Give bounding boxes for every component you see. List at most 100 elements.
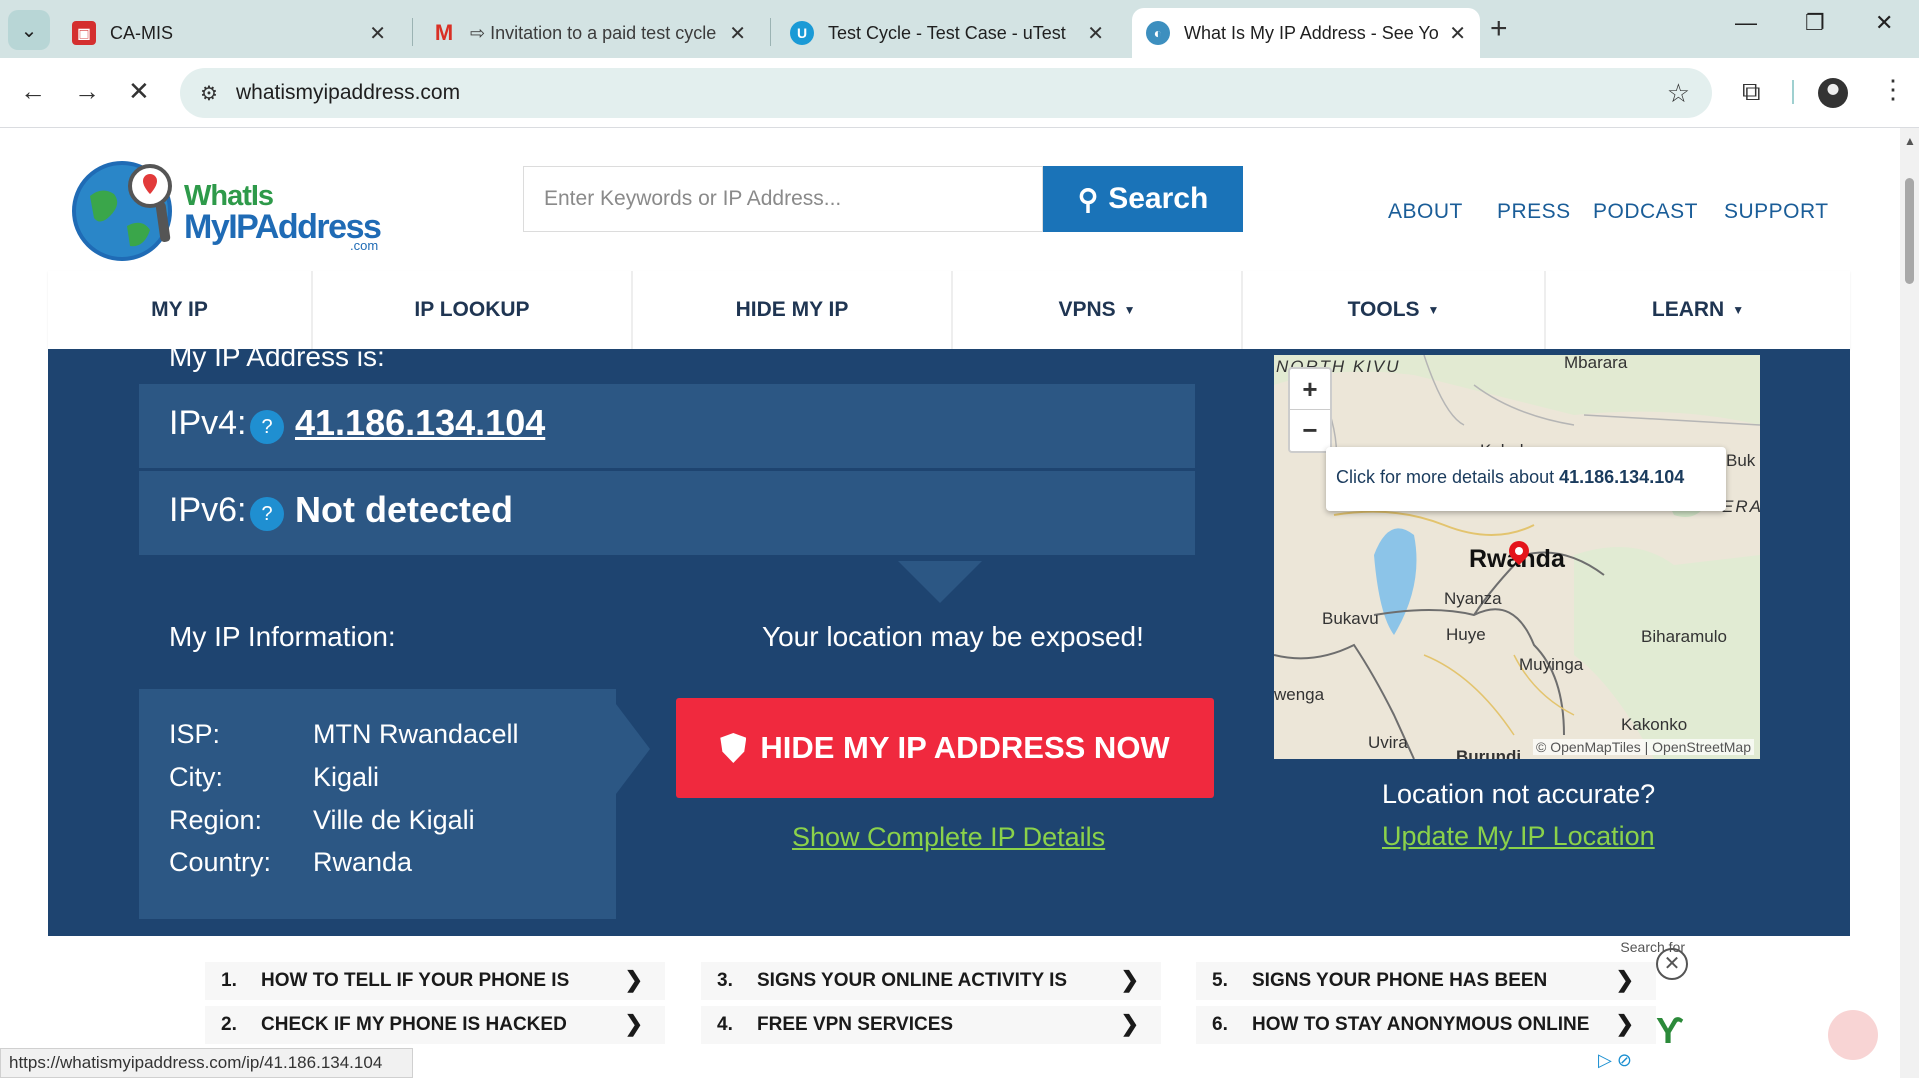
popup-ip: 41.186.134.104: [1559, 467, 1685, 487]
search-icon: ⚲: [1077, 183, 1099, 215]
ip-hero-section: My IP Address is: IPv4: ? 41.186.134.104…: [48, 341, 1850, 936]
chevron-right-icon: ❯: [1615, 1011, 1634, 1036]
restore-icon[interactable]: ❐: [1805, 10, 1825, 36]
ad-link-item[interactable]: 1. HOW TO TELL IF YOUR PHONE IS ❯: [205, 962, 665, 1000]
nav-tools[interactable]: TOOLS ▼: [1243, 271, 1546, 349]
hide-my-ip-label: HIDE MY IP ADDRESS NOW: [760, 730, 1170, 765]
help-icon[interactable]: ?: [250, 497, 284, 531]
nav-support-link[interactable]: SUPPORT: [1724, 200, 1829, 224]
search-button[interactable]: ⚲ Search: [1043, 166, 1243, 232]
show-ip-details-link[interactable]: Show Complete IP Details: [792, 822, 1105, 853]
nav-learn[interactable]: LEARN ▼: [1546, 271, 1850, 349]
dropdown-triangle-icon: ▼: [1732, 303, 1745, 317]
nav-press-link[interactable]: PRESS: [1497, 200, 1571, 224]
map-label: Biharamulo: [1641, 627, 1727, 646]
city-label: City:: [169, 762, 223, 792]
stop-loading-icon[interactable]: ✕: [128, 76, 150, 107]
floating-action-button[interactable]: [1828, 1010, 1878, 1060]
nav-ip-lookup[interactable]: IP LOOKUP: [313, 271, 633, 349]
ad-item-text: HOW TO STAY ANONYMOUS ONLINE: [1252, 1014, 1590, 1035]
url-text[interactable]: whatismyipaddress.com: [236, 81, 460, 105]
new-tab-button[interactable]: +: [1490, 12, 1508, 46]
hero-heading: My IP Address is:: [169, 341, 385, 372]
tab-title: What Is My IP Address - See Yo: [1184, 22, 1439, 43]
site-logo[interactable]: WhatIs MyIPAddress .com: [72, 156, 392, 266]
nav-vpns[interactable]: VPNS ▼: [953, 271, 1243, 349]
tab-gmail[interactable]: M ⇨ Invitation to a paid test cycle ✕: [418, 8, 760, 58]
ad-item-number: 1.: [221, 970, 237, 991]
map-attribution[interactable]: © OpenMapTiles | OpenStreetMap: [1533, 739, 1754, 755]
browser-menu-icon[interactable]: ⋮: [1880, 74, 1906, 105]
ad-link-item[interactable]: 2. CHECK IF MY PHONE IS HACKED ❯: [205, 1006, 665, 1044]
popup-text: Click for more details about: [1336, 467, 1555, 487]
profile-avatar[interactable]: [1818, 78, 1848, 108]
toolbar-divider: [1792, 80, 1794, 104]
back-icon[interactable]: ←: [20, 76, 46, 107]
chevron-down-icon: ⌄: [20, 19, 38, 42]
help-icon[interactable]: ?: [250, 410, 284, 444]
utest-icon: U: [790, 21, 814, 45]
ad-item-number: 2.: [221, 1014, 237, 1035]
nav-about-link[interactable]: ABOUT: [1388, 200, 1463, 224]
map-label: Kakonko: [1621, 715, 1688, 734]
nav-podcast-link[interactable]: PODCAST: [1593, 200, 1698, 224]
scroll-up-arrow-icon[interactable]: ▲: [1904, 134, 1916, 148]
forward-icon[interactable]: →: [74, 76, 100, 107]
chevron-right-icon: ❯: [1120, 967, 1139, 992]
map-label: Muyinga: [1519, 655, 1584, 674]
location-map[interactable]: NORTH KIVU Mbarara Kabale Buk ERA Rwanda…: [1274, 355, 1760, 759]
ad-link-item[interactable]: 5. SIGNS YOUR PHONE HAS BEEN ❯: [1196, 962, 1656, 1000]
chevron-right-icon: ❯: [624, 967, 643, 992]
nav-label: TOOLS: [1347, 298, 1420, 321]
ad-item-text: SIGNS YOUR ONLINE ACTIVITY IS: [757, 970, 1068, 991]
close-icon[interactable]: ✕: [1087, 21, 1104, 46]
search-input[interactable]: Enter Keywords or IP Address...: [523, 166, 1043, 232]
ad-item-text: HOW TO TELL IF YOUR PHONE IS: [261, 970, 570, 991]
adchoices-icon[interactable]: ▷ ⊘: [1598, 1050, 1632, 1071]
map-label: Nyanza: [1444, 589, 1502, 608]
minimize-icon[interactable]: —: [1735, 10, 1757, 36]
page-scrollbar[interactable]: ▲: [1900, 128, 1919, 1078]
city-value: Kigali: [313, 762, 380, 792]
scrollbar-thumb[interactable]: [1905, 178, 1914, 284]
ad-provider-logo-icon: ϒ: [1656, 1010, 1684, 1051]
extensions-icon[interactable]: ⧉: [1742, 76, 1761, 108]
ip-info-box: ISP: MTN Rwandacell City: Kigali Region:…: [139, 689, 616, 919]
tab-utest[interactable]: U Test Cycle - Test Case - uTest ✕: [776, 8, 1118, 58]
region-value: Ville de Kigali: [313, 805, 475, 835]
address-bar[interactable]: ⚙ whatismyipaddress.com ☆: [180, 68, 1712, 118]
nav-my-ip[interactable]: MY IP: [48, 271, 313, 349]
tab-search-button[interactable]: ⌄: [8, 10, 50, 50]
ad-close-icon[interactable]: ✕: [1656, 948, 1688, 980]
ca-mis-favicon: ▣: [72, 21, 96, 45]
search-button-label: Search: [1108, 182, 1209, 215]
page-content: WhatIs MyIPAddress .com Enter Keywords o…: [0, 128, 1900, 1078]
close-icon[interactable]: ✕: [729, 21, 746, 46]
tab-whatismyip[interactable]: ◐ What Is My IP Address - See Yo ✕: [1132, 8, 1480, 58]
tab-title: ⇨ Invitation to a paid test cycle: [470, 22, 717, 43]
ad-link-item[interactable]: 4. FREE VPN SERVICES ❯: [701, 1006, 1161, 1044]
close-icon[interactable]: ✕: [369, 21, 386, 46]
tab-separator: [770, 18, 771, 46]
ipv4-label: IPv4:: [169, 404, 247, 442]
main-navigation: MY IP IP LOOKUP HIDE MY IP VPNS ▼ TOOLS ▼ …: [48, 271, 1850, 349]
tab-separator: [412, 18, 413, 46]
update-location-link[interactable]: Update My IP Location: [1382, 821, 1655, 852]
hide-my-ip-button[interactable]: HIDE MY IP ADDRESS NOW: [676, 698, 1214, 798]
window-close-icon[interactable]: ✕: [1875, 10, 1893, 36]
country-value: Rwanda: [313, 847, 413, 877]
ipv6-label: IPv6:: [169, 491, 247, 529]
close-icon[interactable]: ✕: [1449, 21, 1466, 46]
ad-link-item[interactable]: 3. SIGNS YOUR ONLINE ACTIVITY IS ❯: [701, 962, 1161, 1000]
ipv4-value-link[interactable]: 41.186.134.104: [295, 402, 545, 444]
ad-link-item[interactable]: 6. HOW TO STAY ANONYMOUS ONLINE ❯: [1196, 1006, 1656, 1044]
site-settings-icon[interactable]: ⚙: [200, 81, 218, 106]
chevron-right-icon: ❯: [1615, 967, 1634, 992]
nav-hide-my-ip[interactable]: HIDE MY IP: [633, 271, 953, 349]
zoom-in-button[interactable]: +: [1290, 369, 1330, 410]
zoom-out-button[interactable]: −: [1290, 410, 1330, 451]
map-popup[interactable]: Click for more details about 41.186.134.…: [1326, 447, 1726, 511]
bookmark-star-icon[interactable]: ☆: [1667, 78, 1690, 109]
tab-ca-mis[interactable]: ▣ CA-MIS ✕: [58, 8, 400, 58]
tab-strip: ⌄ ▣ CA-MIS ✕ M ⇨ Invitation to a paid te…: [0, 0, 1919, 58]
